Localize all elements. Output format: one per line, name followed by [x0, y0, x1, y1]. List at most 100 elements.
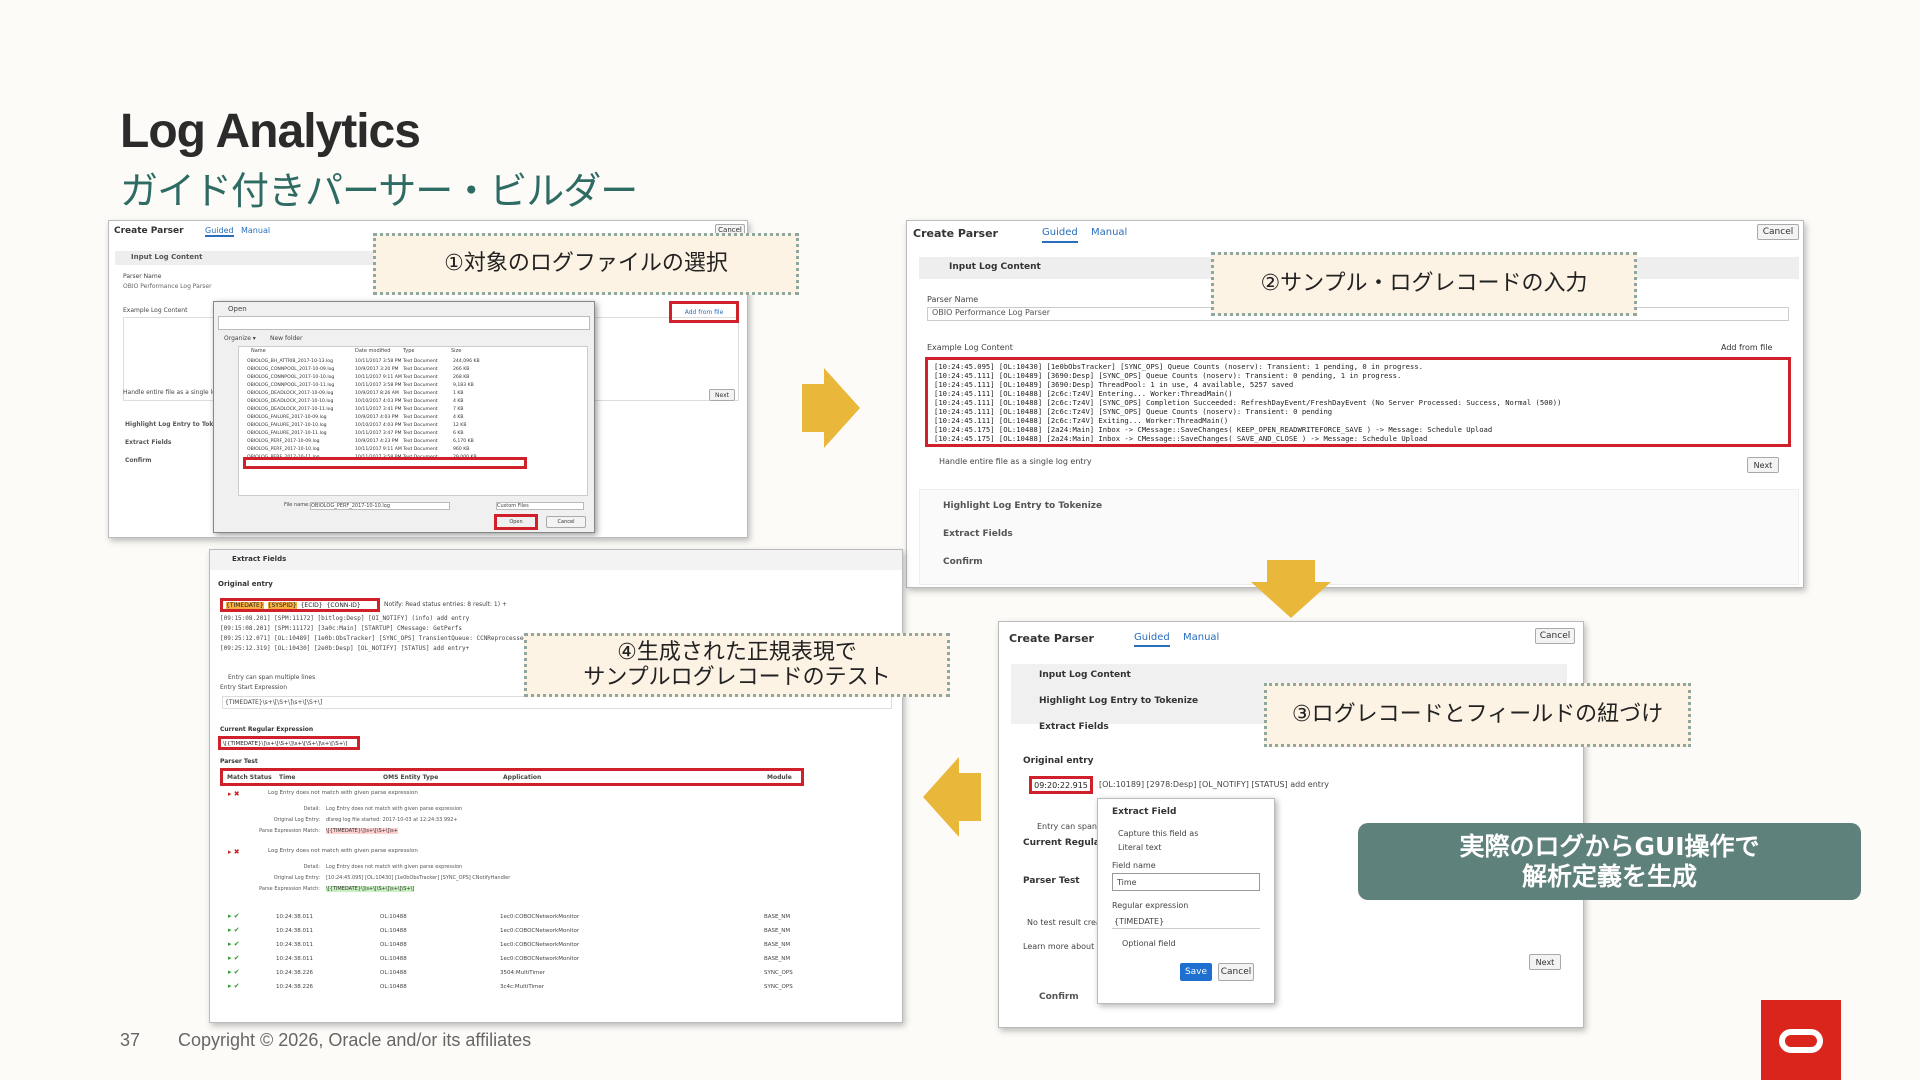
file-row[interactable]: OBIOLOG_PERF_2017-10-09.log 10/9/2017 4:2…: [247, 439, 527, 447]
address-bar[interactable]: [218, 316, 590, 330]
table-row[interactable]: ▸ ✔ 10:24:38.011 OL:10488 1ec0:COBOCNetwork…: [220, 926, 880, 940]
fail-detail-label: Detail:: [303, 864, 320, 870]
col-name[interactable]: Name: [251, 348, 266, 354]
ok-icon: ▸ ✔: [228, 954, 240, 962]
file-row[interactable]: OBIOLOG_CONNPOOL_2017-10-09.log 10/9/2017…: [247, 367, 527, 375]
file-row[interactable]: OBIOLOG_FAILURE_2017-10-09.log 10/9/2017 …: [247, 415, 527, 423]
optional-field-checkbox[interactable]: Optional field: [1122, 939, 1176, 948]
cancel-button[interactable]: Cancel: [1535, 628, 1575, 644]
field-name-select[interactable]: Time: [1112, 873, 1260, 891]
oracle-ring-icon: [1779, 1029, 1823, 1053]
file-row[interactable]: OBIOLOG_DEADLOCK_2017-10-10.log 10/10/201…: [247, 399, 527, 407]
token-time[interactable]: {TIMEDATE}: [226, 601, 264, 609]
table-row[interactable]: ▸ ✔ 10:24:38.226 OL:10488 3504:MultiTimer SY…: [220, 968, 880, 982]
new-folder-button[interactable]: New folder: [270, 335, 302, 342]
parser-name-label: Parser Name: [927, 295, 979, 304]
col-time[interactable]: Time: [279, 774, 295, 781]
failed-result[interactable]: ▸ ✖ Log Entry does not match with given p…: [220, 790, 880, 846]
capture-radio[interactable]: Capture this field as: [1118, 829, 1198, 838]
extract-field-popup: Extract Field Capture this field as Lite…: [1097, 798, 1275, 1004]
token-conn[interactable]: {CONN-ID}: [327, 602, 361, 609]
file-name-input[interactable]: OBIOLOG_PERF_2017-10-10.log: [310, 502, 450, 510]
arrow-down-icon: [1251, 560, 1331, 618]
file-row[interactable]: OBIOLOG_FAILURE_2017-10-10.log 10/10/2017…: [247, 423, 527, 431]
popup-cancel-button[interactable]: Cancel: [1218, 963, 1254, 981]
regex-input[interactable]: {TIMEDATE}: [1112, 915, 1260, 929]
file-row[interactable]: OBIOLOG_DEADLOCK_2017-10-11.log 10/11/201…: [247, 407, 527, 415]
section-confirm[interactable]: Confirm: [1039, 992, 1079, 1002]
tab-manual[interactable]: Manual: [1183, 632, 1219, 643]
file-row[interactable]: OBIOLOG_CONNPOOL_2017-10-10.log 10/11/201…: [247, 375, 527, 383]
handle-entire-checkbox[interactable]: Handle entire file as a single log entry: [939, 457, 1092, 466]
file-row[interactable]: OBIOLOG_BH_ATTRIB_2017-10-13.log 10/11/20…: [247, 359, 527, 367]
col-entity[interactable]: OMS Entity Type: [383, 774, 438, 781]
file-size: 6,170 KB: [453, 439, 474, 444]
cell-module: SYNC_OPS: [764, 970, 793, 976]
file-type-select[interactable]: Custom Files: [496, 502, 584, 510]
parser-name-input[interactable]: OBIO Performance Log Parser: [123, 283, 212, 290]
tab-guided[interactable]: Guided: [1042, 227, 1078, 243]
section-highlight[interactable]: Highlight Log Entry to Tokenize: [943, 501, 1102, 511]
file-type: Text Document: [403, 431, 438, 436]
file-date: 10/9/2017 3:20 PM: [355, 367, 399, 372]
col-application[interactable]: Application: [503, 774, 541, 781]
file-size: 6 KB: [453, 431, 464, 436]
ok-icon: ▸ ✔: [228, 968, 240, 976]
add-from-file-button[interactable]: Add from file: [1721, 343, 1772, 352]
literal-radio[interactable]: Literal text: [1118, 843, 1161, 852]
section-extract[interactable]: Extract Fields: [125, 439, 172, 446]
oracle-logo: [1761, 1000, 1841, 1080]
col-module[interactable]: Module: [767, 774, 792, 781]
next-button[interactable]: Next: [1747, 457, 1779, 473]
current-regex-value[interactable]: \[{TIMEDATE}\]\s+\[\S+\]\s+\[\S+\]\s+\[\…: [218, 736, 360, 750]
fail-message: Log Entry does not match with given pars…: [268, 790, 418, 796]
dialog-cancel-button[interactable]: Cancel: [546, 516, 586, 528]
token-time[interactable]: 09:20:22.915: [1029, 776, 1093, 794]
section-highlight[interactable]: Highlight Log Entry to Tokenize: [1039, 696, 1198, 706]
cancel-button[interactable]: Cancel: [1757, 224, 1799, 240]
file-type: Text Document: [403, 383, 438, 388]
section-extract[interactable]: Extract Fields: [943, 529, 1013, 539]
open-button[interactable]: Open: [494, 514, 538, 530]
tab-guided[interactable]: Guided: [205, 226, 234, 237]
file-row[interactable]: OBIOLOG_DEADLOCK_2017-10-09.log 10/9/2017…: [247, 391, 527, 399]
tab-manual[interactable]: Manual: [1091, 227, 1127, 238]
col-date[interactable]: Date modified: [355, 348, 390, 354]
table-row[interactable]: ▸ ✔ 10:24:38.011 OL:10488 1ec0:COBOCNetwork…: [220, 940, 880, 954]
table-row[interactable]: ▸ ✔ 10:24:38.011 OL:10488 1ec0:COBOCNetwork…: [220, 912, 880, 926]
col-match-status[interactable]: Match Status: [227, 774, 272, 781]
next-button[interactable]: Next: [709, 389, 735, 401]
entry-span-checkbox[interactable]: Entry can span multiple lines: [228, 674, 315, 681]
section-extract[interactable]: Extract Fields: [1039, 722, 1109, 732]
col-size[interactable]: Size: [451, 348, 461, 354]
table-row[interactable]: ▸ ✔ 10:24:38.226 OL:10488 3c4c:MultiTimer SY…: [220, 982, 880, 996]
file-row[interactable]: OBIOLOG_PERF_2017-10-10.log 10/11/2017 9:…: [247, 447, 527, 455]
organize-menu[interactable]: Organize ▾: [224, 335, 256, 342]
section-header[interactable]: Extract Fields: [210, 550, 902, 570]
failed-result[interactable]: ▸ ✖ Log Entry does not match with given p…: [220, 848, 880, 904]
fail-icon: ▸ ✖: [228, 848, 240, 856]
fail-detail-value: [10:24:45.095] [OL:10430] [1e0bObsTracke…: [326, 875, 511, 881]
add-from-file-button[interactable]: Add from file: [669, 301, 739, 323]
fail-detail-value: Log Entry does not match with given pars…: [326, 864, 463, 870]
log-line: [10:24:45.095] [OL:10430] [1e0bObsTracke…: [934, 362, 1423, 371]
section-confirm[interactable]: Confirm: [943, 557, 983, 567]
next-button[interactable]: Next: [1529, 954, 1561, 970]
file-type: Text Document: [403, 391, 438, 396]
open-label: Open: [509, 519, 523, 525]
token-ecid[interactable]: {ECID}: [301, 602, 323, 609]
token-sys[interactable]: {SYSPID}: [267, 601, 297, 609]
file-row[interactable]: OBIOLOG_FAILURE_2017-10-11.log 10/11/2017…: [247, 431, 527, 439]
table-row[interactable]: ▸ ✔ 10:24:38.011 OL:10488 1ec0:COBOCNetwork…: [220, 954, 880, 968]
example-log-textarea[interactable]: [10:24:45.095] [OL:10430] [1e0bObsTracke…: [925, 357, 1791, 447]
section-confirm[interactable]: Confirm: [125, 457, 151, 464]
tab-guided[interactable]: Guided: [1134, 632, 1170, 647]
cell-app: 1ec0:COBOCNetworkMonitor: [500, 928, 580, 934]
file-row[interactable]: OBIOLOG_CONNPOOL_2017-10-11.log 10/11/201…: [247, 383, 527, 391]
learn-more-link[interactable]: Learn more about W: [1023, 942, 1105, 951]
tab-manual[interactable]: Manual: [241, 226, 270, 235]
col-type[interactable]: Type: [403, 348, 414, 354]
entry-start-input[interactable]: {TIMEDATE}\s+\[\S+\]\s+\[\S+\]: [222, 696, 892, 709]
section-input[interactable]: Input Log Content: [1039, 670, 1131, 680]
save-button[interactable]: Save: [1180, 963, 1212, 981]
